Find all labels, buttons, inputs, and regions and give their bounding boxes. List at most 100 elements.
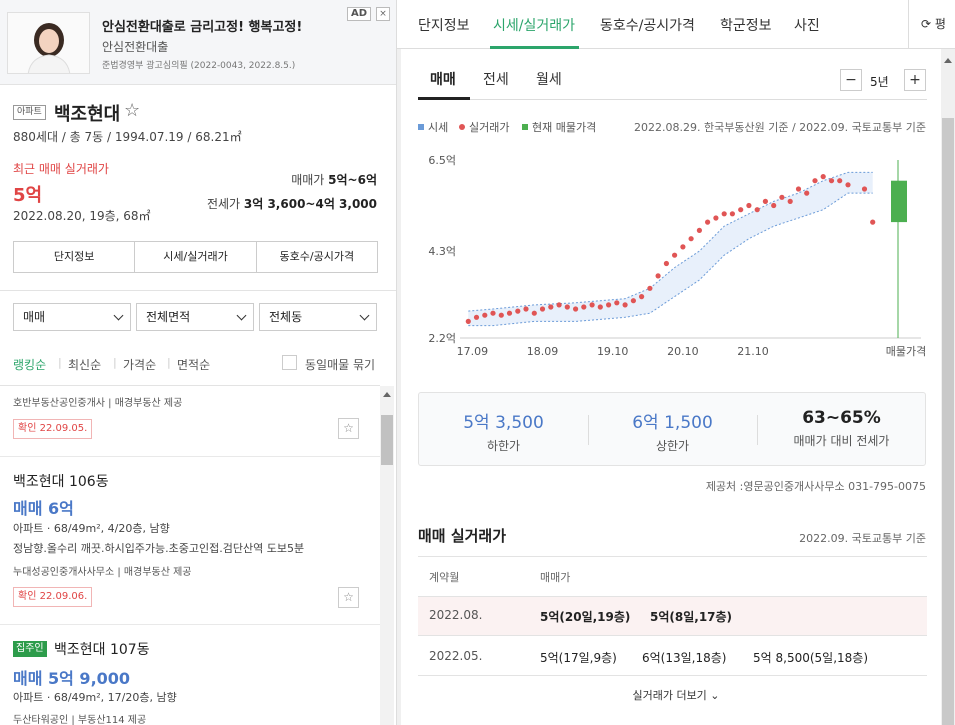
ad-title[interactable]: 안심전환대출로 금리고정! 행복고정! <box>102 16 302 35</box>
real-trade-point <box>606 302 612 308</box>
group-same-label[interactable]: 동일매물 묶기 <box>305 356 375 373</box>
listing-title[interactable]: 백조현대 107동 <box>54 639 150 659</box>
real-trade-point <box>465 318 471 324</box>
listing-detail: 아파트 · 68/49m², 4/20층, 남향 <box>13 522 170 535</box>
trade-date: 2022.08. <box>429 608 483 622</box>
tab-unit-price[interactable]: 동호수/공시가격 <box>600 15 695 35</box>
area-select[interactable]: 전체면적 <box>136 303 254 331</box>
listing-price: 매매 6억 <box>13 499 74 518</box>
real-trade-point <box>820 174 826 180</box>
real-trade-point <box>754 207 760 213</box>
area-unit-toggle[interactable]: ⟳ 평 <box>908 0 955 49</box>
legend-current: 현재 매물가격 <box>522 119 596 135</box>
apartment-name: 백조현대 <box>54 104 121 125</box>
scroll-thumb[interactable] <box>381 415 393 465</box>
legend-price-swatch <box>418 124 424 130</box>
area-value: 전체면적 <box>146 310 191 324</box>
real-trade-point <box>721 211 727 217</box>
real-trade-point <box>490 310 496 316</box>
tab-complex-info[interactable]: 단지정보 <box>418 15 470 35</box>
real-trade-point <box>589 302 595 308</box>
sort-separator: | <box>113 356 117 369</box>
recent-trade-price: 5억 <box>13 185 43 206</box>
subtab-monthly[interactable]: 월세 <box>536 69 562 89</box>
real-trade-point <box>688 236 694 242</box>
legend-current-label: 현재 매물가격 <box>532 121 597 134</box>
real-trade-point <box>482 312 488 318</box>
trade-date: 2022.05. <box>429 649 483 663</box>
listing-agents: 누대성공인중개사사무소 | 매경부동산 제공 <box>13 567 192 578</box>
sort-latest[interactable]: 최신순 <box>68 356 101 373</box>
real-trade-point <box>779 194 785 200</box>
scroll-up-arrow-icon[interactable] <box>383 392 391 397</box>
legend-price: 시세 <box>418 119 448 135</box>
real-trade-point <box>515 308 521 314</box>
legend-real-label: 실거래가 <box>469 121 510 134</box>
real-trade-point <box>828 178 835 184</box>
top-nav: 단지정보 시세/실거래가 동호수/공시가격 학군정보 사진 ⟳ 평 <box>397 0 955 49</box>
favorite-star-icon[interactable]: ☆ <box>338 587 359 608</box>
sort-ranking[interactable]: 랭킹순 <box>13 356 46 373</box>
period-plus-button[interactable]: + <box>904 69 926 91</box>
period-label: 5년 <box>870 75 889 89</box>
listing-title[interactable]: 백조현대 106동 <box>13 471 109 491</box>
y-tick-label: 6.5억 <box>428 154 456 167</box>
subtab-jeonse[interactable]: 전세 <box>483 69 509 89</box>
real-trade-point <box>531 310 537 316</box>
x-tick-label: 매물가격 <box>886 345 926 358</box>
chevron-down-icon <box>236 310 247 321</box>
subtab-sale[interactable]: 매매 <box>430 69 456 89</box>
scroll-thumb[interactable] <box>942 118 954 725</box>
stat-ratio: 63~65% 매매가 대비 전세가 <box>757 408 926 449</box>
real-trade-point <box>837 178 843 184</box>
real-trade-point <box>573 306 579 312</box>
tab-button-unit[interactable]: 동호수/공시가격 <box>257 242 377 272</box>
trade-section-title: 매매 실거래가 <box>418 527 507 545</box>
group-same-checkbox[interactable] <box>282 355 297 370</box>
tab-button-complex-info[interactable]: 단지정보 <box>14 242 136 272</box>
real-trade-point <box>713 215 719 221</box>
price-chart[interactable]: 2.2억 4.3억 6.5억 17.09 18.09 19.10 20.10 21.10 매물가… <box>417 150 927 365</box>
real-trade-point <box>622 302 628 308</box>
apartment-type-badge: 아파트 <box>13 105 46 120</box>
price-stats: 5억 3,500 하한가 6억 1,500 상한가 63~65% 매매가 대비 전세가 <box>418 392 926 466</box>
current-listing-range <box>891 180 907 223</box>
real-trade-point <box>564 304 570 310</box>
ad-banner[interactable]: 안심전환대출로 금리고정! 행복고정! 안심전환대출 준법경영부 광고심의필 (… <box>0 0 396 85</box>
recent-trade-label: 최근 매매 실거래가 <box>13 162 109 176</box>
sort-price[interactable]: 가격순 <box>123 356 156 373</box>
real-trade-point <box>845 182 851 188</box>
stat-lower: 5억 3,500 하한가 <box>419 408 588 454</box>
tab-photo[interactable]: 사진 <box>794 15 820 35</box>
real-trade-point <box>705 219 711 225</box>
favorite-star-icon[interactable]: ☆ <box>124 100 140 121</box>
listing-description: 정남향.올수리 깨끗.하시입주가능.초중고인접.검단산역 도보5분 <box>13 542 305 555</box>
favorite-star-icon[interactable]: ☆ <box>338 418 359 439</box>
listing-agents: 두산타워공인 | 부동산114 제공 <box>13 715 147 725</box>
real-trade-point <box>630 298 636 304</box>
real-trade-point <box>647 285 653 291</box>
period-minus-button[interactable]: − <box>840 69 862 91</box>
real-trade-point <box>812 178 818 184</box>
x-tick-label: 18.09 <box>527 345 559 358</box>
stat-ratio-label: 매매가 대비 전세가 <box>793 434 890 448</box>
more-trades-button[interactable]: 실거래가 더보기 ⌄ <box>397 687 955 703</box>
tab-button-price[interactable]: 시세/실거래가 <box>135 242 257 272</box>
ad-info-icon[interactable]: × <box>376 7 390 21</box>
real-trade-point <box>614 300 620 306</box>
trade-price: 6억(13일,18층) <box>642 651 727 665</box>
divider <box>418 99 927 100</box>
col-contract-month: 계약월 <box>429 571 460 584</box>
active-tab-underline <box>490 46 579 49</box>
building-select[interactable]: 전체동 <box>259 303 377 331</box>
divider <box>0 624 380 625</box>
trade-price: 5억 8,500(5일,18층) <box>753 651 869 665</box>
sort-area[interactable]: 면적순 <box>177 356 210 373</box>
scroll-up-arrow-icon[interactable] <box>944 58 952 63</box>
real-trade-point <box>787 198 793 204</box>
tab-school[interactable]: 학군정보 <box>720 15 772 35</box>
ad-photo <box>7 12 90 74</box>
divider <box>0 290 396 291</box>
tab-price[interactable]: 시세/실거래가 <box>493 15 575 35</box>
trade-type-select[interactable]: 매매 <box>13 303 131 331</box>
